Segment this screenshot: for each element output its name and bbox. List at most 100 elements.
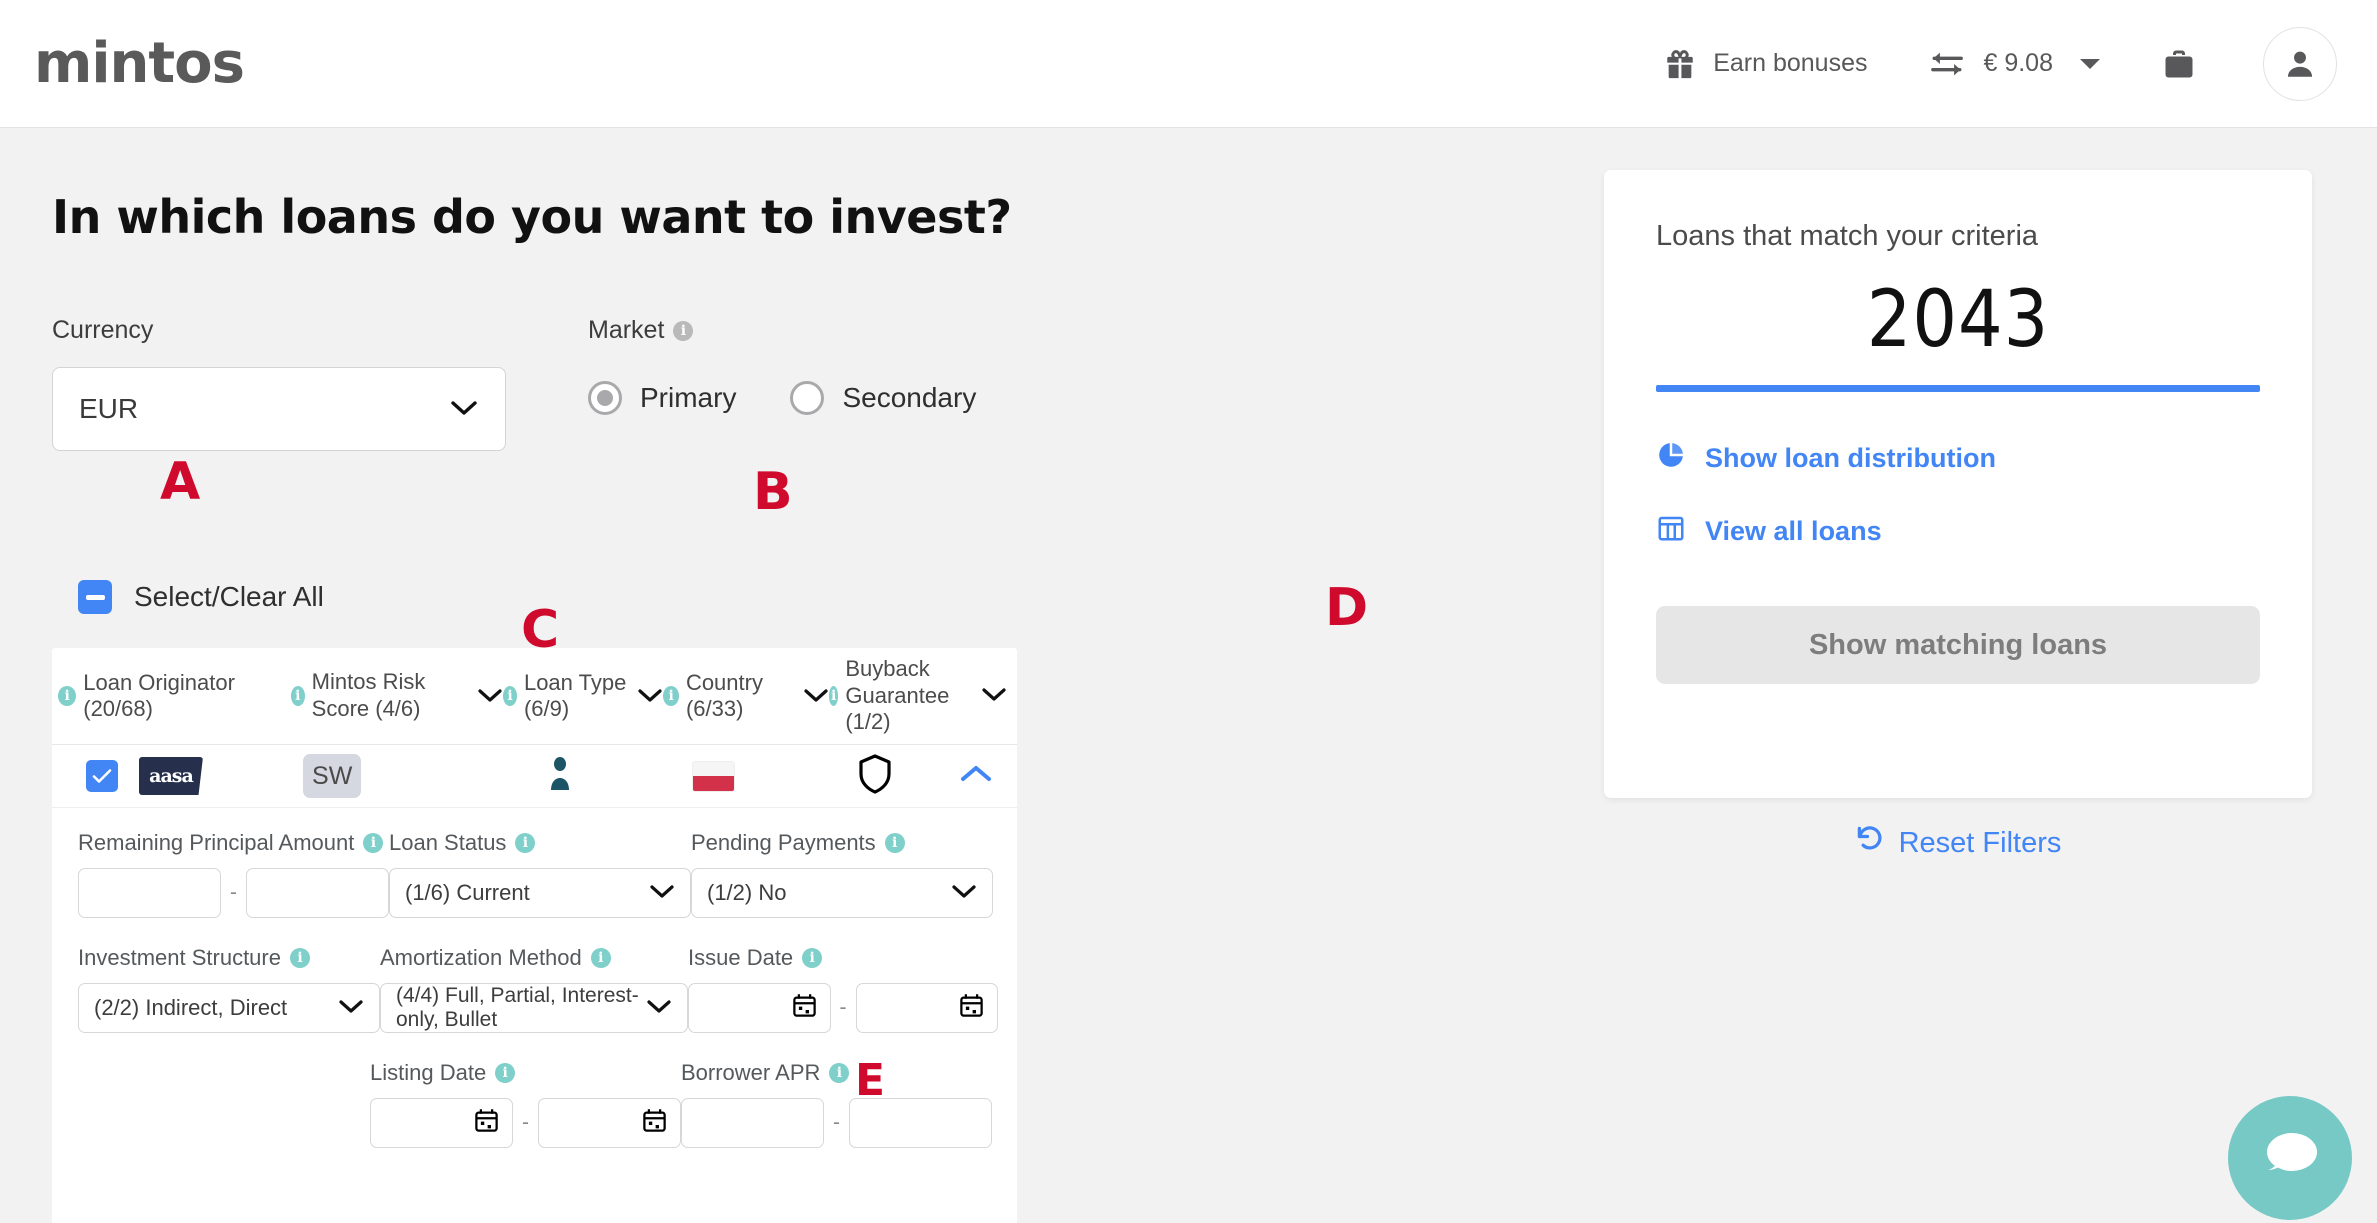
info-icon[interactable]: i — [829, 1063, 850, 1083]
chevron-down-icon[interactable] — [477, 684, 503, 709]
field-label: Issue Date i — [688, 945, 998, 971]
filter-column-loan-type[interactable]: i Loan Type (6/9) — [503, 670, 663, 722]
field-loan-status: Loan Status i (1/6) Current — [389, 830, 691, 918]
originator-checkbox[interactable] — [86, 760, 118, 792]
market-label-text: Market — [588, 316, 665, 344]
field-label-text: Amortization Method — [380, 945, 582, 970]
chevron-down-icon — [649, 879, 675, 907]
field-label-text: Remaining Principal Amount — [78, 830, 355, 855]
field-label: Amortization Method i — [380, 945, 688, 971]
show-loan-distribution-link[interactable]: Show loan distribution — [1656, 440, 2260, 477]
originator-row: aasa SW — [52, 745, 1017, 808]
portfolio-button[interactable] — [2131, 46, 2227, 82]
earn-bonuses-button[interactable]: Earn bonuses — [1633, 47, 1897, 81]
range-inputs: - — [370, 1098, 681, 1148]
form-row: Investment Structure i (2/2) Indirect, D… — [78, 945, 998, 1033]
field-label-text: Pending Payments — [691, 830, 876, 855]
market-field: Market i Primary Secondary — [588, 316, 976, 415]
chat-button[interactable] — [2228, 1096, 2352, 1220]
filter-column-country[interactable]: i Country (6/33) — [663, 670, 829, 722]
info-icon[interactable]: i — [58, 686, 77, 706]
transfer-arrows-icon — [1927, 47, 1967, 81]
issue-date-from-input[interactable] — [688, 983, 831, 1033]
shield-icon[interactable] — [857, 753, 893, 800]
info-icon[interactable]: i — [884, 833, 905, 853]
listing-date-from-input[interactable] — [370, 1098, 513, 1148]
balance-dropdown[interactable]: € 9.08 — [1897, 47, 2131, 81]
listing-date-to-input[interactable] — [538, 1098, 681, 1148]
info-icon[interactable]: i — [290, 686, 305, 706]
info-icon[interactable]: i — [829, 685, 839, 706]
filter-column-label: Country (6/33) — [685, 670, 763, 721]
field-spacer — [78, 1060, 370, 1148]
loan-status-value: (1/6) Current — [405, 880, 530, 905]
info-icon[interactable]: i — [503, 686, 517, 706]
filter-column-buyback-guarantee[interactable]: i Buyback Guarantee (1/2) — [829, 656, 1007, 736]
investment-structure-value: (2/2) Indirect, Direct — [94, 995, 288, 1020]
poland-flag-icon[interactable] — [692, 760, 736, 792]
field-label-text: Investment Structure — [78, 945, 281, 970]
filter-column-loan-originator[interactable]: i Loan Originator (20/68) — [58, 670, 291, 722]
field-label: Loan Status i — [389, 830, 691, 856]
loan-status-select[interactable]: (1/6) Current — [389, 868, 691, 918]
risk-score-badge[interactable]: SW — [303, 754, 362, 798]
filter-column-mintos-risk-score[interactable]: i Mintos Risk Score (4/6) — [290, 669, 503, 723]
info-icon[interactable]: i — [663, 686, 679, 706]
issue-date-to-input[interactable] — [855, 983, 998, 1033]
chevron-down-icon — [646, 994, 672, 1022]
info-icon[interactable]: i — [515, 833, 536, 853]
info-icon[interactable]: i — [673, 320, 694, 341]
chevron-down-icon[interactable] — [637, 684, 663, 709]
borrower-apr-from-input[interactable] — [681, 1098, 824, 1148]
currency-label: Currency — [52, 316, 506, 345]
info-icon[interactable]: i — [495, 1063, 516, 1083]
field-remaining-principal: Remaining Principal Amount i - — [78, 830, 389, 918]
range-inputs: - — [688, 983, 998, 1033]
field-label-text: Loan Status — [389, 830, 507, 855]
remaining-principal-to-input[interactable] — [246, 868, 389, 918]
market-radio-group: Primary Secondary — [588, 381, 976, 415]
collapse-cell — [959, 761, 1007, 791]
market-label: Market i — [588, 316, 976, 345]
calendar-icon — [473, 1107, 500, 1139]
view-all-loans-link[interactable]: View all loans — [1656, 513, 2260, 550]
currency-select[interactable]: EUR — [52, 367, 506, 451]
remaining-principal-from-input[interactable] — [78, 868, 221, 918]
person-icon[interactable] — [547, 756, 573, 797]
table-icon — [1656, 513, 1686, 550]
market-option-primary[interactable]: Primary — [588, 381, 736, 415]
progress-bar — [1656, 385, 2260, 392]
calendar-icon — [791, 992, 818, 1024]
buyback-cell — [792, 753, 959, 800]
originator-logo[interactable]: aasa — [139, 757, 203, 795]
info-icon[interactable]: i — [590, 948, 611, 968]
avatar[interactable] — [2263, 26, 2337, 101]
view-all-loans-label: View all loans — [1705, 516, 1882, 546]
chevron-down-icon[interactable] — [981, 683, 1007, 708]
pending-payments-select[interactable]: (1/2) No — [691, 868, 993, 918]
reset-filters-button[interactable]: Reset Filters — [1604, 824, 2312, 862]
range-separator: - — [839, 996, 847, 1019]
investment-structure-select[interactable]: (2/2) Indirect, Direct — [78, 983, 380, 1033]
show-loan-distribution-label: Show loan distribution — [1705, 443, 1996, 473]
range-separator: - — [522, 1111, 529, 1134]
chevron-down-icon[interactable] — [803, 684, 829, 709]
info-icon[interactable]: i — [802, 948, 823, 968]
filter-column-label: Mintos Risk Score (4/6) — [311, 669, 426, 721]
mintos-logo[interactable]: mintos — [34, 31, 245, 96]
amortization-method-select[interactable]: (4/4) Full, Partial, Interest-only, Bull… — [380, 983, 688, 1033]
show-matching-loans-button[interactable]: Show matching loans — [1656, 606, 2260, 684]
reset-icon — [1855, 824, 1885, 862]
annotation-c: C — [521, 600, 560, 660]
select-clear-all-toggle[interactable]: Select/Clear All — [78, 580, 324, 614]
currency-label-text: Currency — [52, 316, 154, 344]
field-label-text: Borrower APR — [681, 1060, 821, 1085]
earn-bonuses-label: Earn bonuses — [1713, 49, 1868, 77]
field-label: Listing Date i — [370, 1060, 681, 1086]
market-option-secondary[interactable]: Secondary — [790, 381, 976, 415]
form-row: Remaining Principal Amount i - Loan Stat… — [78, 830, 993, 918]
chevron-up-icon[interactable] — [959, 761, 993, 791]
info-icon[interactable]: i — [289, 948, 310, 968]
caret-down-icon — [2079, 57, 2101, 71]
info-icon[interactable]: i — [363, 833, 384, 853]
